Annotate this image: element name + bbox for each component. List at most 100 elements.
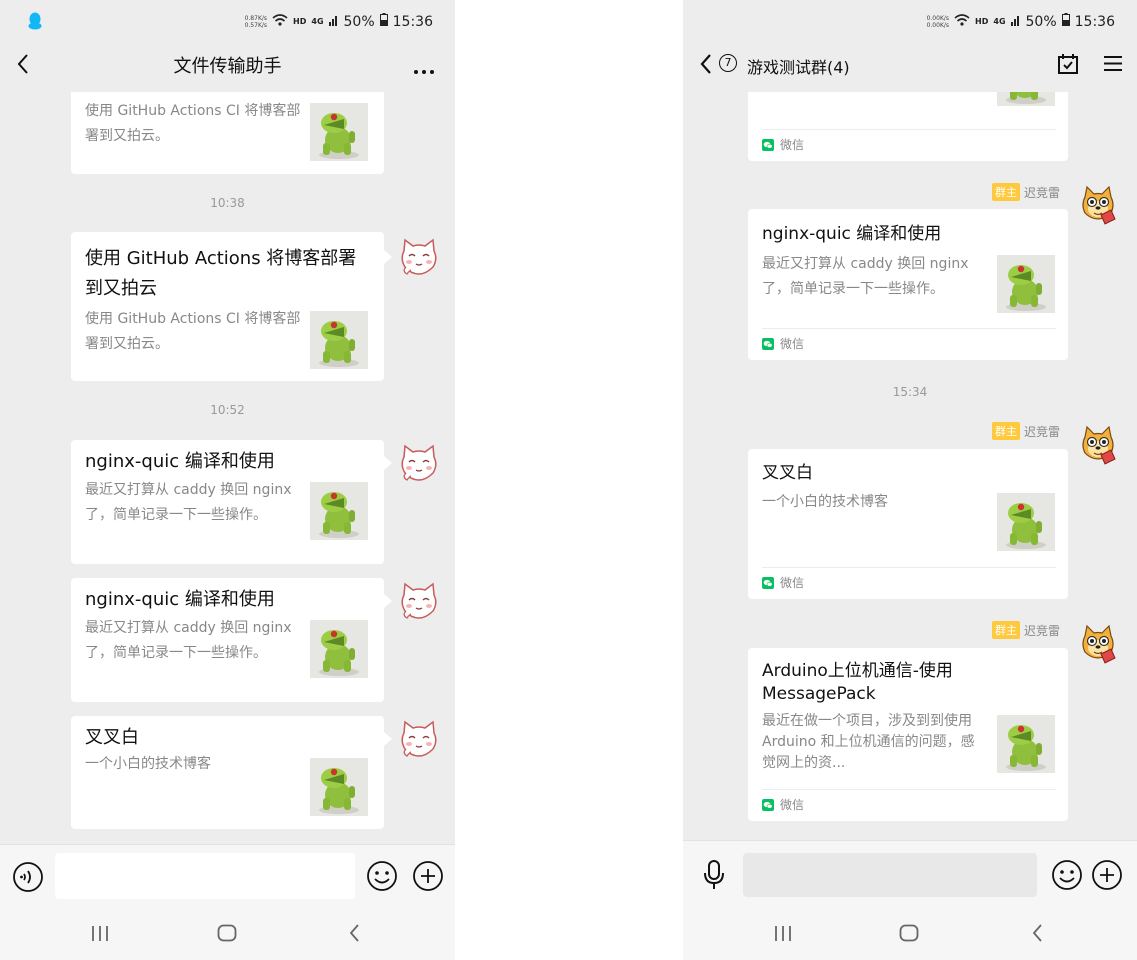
card-title: nginx-quic 编译和使用 xyxy=(762,224,942,244)
network-type: 4G xyxy=(311,17,324,26)
user-avatar[interactable] xyxy=(398,581,440,623)
unread-count-badge: 7 xyxy=(719,54,737,72)
owner-badge: 群主 xyxy=(991,183,1020,201)
plus-icon[interactable] xyxy=(1091,859,1123,895)
card-description: 使用 GitHub Actions CI 将博客部署到又拍云。 xyxy=(85,311,301,352)
user-avatar[interactable] xyxy=(1077,624,1119,666)
card-title: nginx-quic 编译和使用 xyxy=(85,589,275,610)
left-phone-screen: 0.87K/s 0.57K/s HD 4G 50% 15:36 文件传输助手 使… xyxy=(0,0,455,960)
wifi-icon xyxy=(272,13,288,30)
card-description: 最近又打算从 caddy 换回 nginx 了，简单记录一下一些操作。 xyxy=(85,482,292,523)
calendar-check-icon[interactable] xyxy=(1057,53,1079,79)
user-avatar[interactable] xyxy=(1077,425,1119,467)
status-bar: 0.00K/s 0.00K/s HD 4G 50% 15:36 xyxy=(683,0,1137,42)
plus-icon[interactable] xyxy=(412,860,444,896)
bubble-tail xyxy=(384,456,392,470)
link-card[interactable]: 使用 GitHub Actions 将博客部署到又拍云 使用 GitHub Ac… xyxy=(71,232,384,381)
net-down: 0.00K/s xyxy=(926,21,950,29)
nav-back-icon[interactable] xyxy=(1031,923,1043,947)
link-card[interactable]: 叉叉白 一个小白的技术博客 微信 xyxy=(748,449,1068,599)
net-up: 0.87K/s xyxy=(244,14,268,22)
net-down: 0.57K/s xyxy=(244,21,268,29)
card-divider xyxy=(762,567,1056,568)
card-source: 微信 xyxy=(762,796,804,813)
net-up: 0.00K/s xyxy=(926,14,950,22)
article-thumbnail xyxy=(310,482,368,540)
emoji-icon[interactable] xyxy=(366,860,398,896)
card-divider xyxy=(762,129,1056,130)
nav-back-icon[interactable] xyxy=(348,923,360,947)
message-list[interactable]: 使用 GitHub Actions CI 将博客部署到又拍云。 10:38 使用… xyxy=(0,92,455,844)
link-card[interactable]: 使用 GitHub Actions CI 将博客部署到又拍云。 xyxy=(71,92,384,174)
chat-title: 文件传输助手 xyxy=(173,56,282,77)
card-source: 微信 xyxy=(762,136,804,153)
chat-header: 文件传输助手 xyxy=(0,42,455,92)
status-bar: 0.87K/s 0.57K/s HD 4G 50% 15:36 xyxy=(0,0,455,42)
chat-header: 7 游戏测试群(4) xyxy=(683,42,1137,92)
back-icon[interactable] xyxy=(699,53,713,79)
recents-icon[interactable] xyxy=(773,925,793,946)
menu-icon[interactable] xyxy=(1103,55,1123,76)
more-icon[interactable] xyxy=(413,60,435,79)
card-description: 一个小白的技术博客 xyxy=(85,756,211,772)
input-bar xyxy=(683,840,1137,909)
chat-title: 游戏测试群(4) xyxy=(747,58,850,77)
article-thumbnail xyxy=(997,715,1055,773)
card-title: 使用 GitHub Actions 将博客部署到又拍云 xyxy=(85,248,357,299)
message-list[interactable]: 微信 群主 迟竞雷 nginx-quic 编译和使用 最近又打算从 caddy … xyxy=(683,92,1137,844)
owner-badge: 群主 xyxy=(991,621,1020,639)
message-input[interactable] xyxy=(55,853,355,899)
battery-level: 50% xyxy=(343,13,375,30)
card-title: Arduino上位机通信-使用 MessagePack xyxy=(762,661,953,704)
link-card[interactable]: 微信 xyxy=(748,92,1068,161)
signal-icon xyxy=(328,14,339,30)
wechat-icon xyxy=(762,139,774,151)
network-type: 4G xyxy=(993,17,1006,26)
user-avatar[interactable] xyxy=(398,443,440,485)
sender-name: 群主 迟竞雷 xyxy=(991,183,1060,201)
home-icon[interactable] xyxy=(899,924,919,946)
hd-indicator: HD xyxy=(975,17,989,26)
link-card[interactable]: 叉叉白 一个小白的技术博客 xyxy=(71,716,384,829)
sender-label: 迟竞雷 xyxy=(1023,424,1060,439)
input-bar xyxy=(0,844,455,909)
wifi-icon xyxy=(954,13,970,30)
article-thumbnail xyxy=(310,311,368,369)
card-title: nginx-quic 编译和使用 xyxy=(85,451,275,472)
link-card[interactable]: Arduino上位机通信-使用 MessagePack 最近在做一个项目，涉及到… xyxy=(748,648,1068,821)
link-card[interactable]: nginx-quic 编译和使用 最近又打算从 caddy 换回 nginx 了… xyxy=(71,578,384,702)
android-nav-bar xyxy=(683,908,1137,960)
article-thumbnail xyxy=(310,103,368,161)
qq-icon xyxy=(28,12,42,34)
article-thumbnail xyxy=(310,620,368,678)
battery-icon xyxy=(379,13,388,30)
home-icon[interactable] xyxy=(217,924,237,946)
emoji-icon[interactable] xyxy=(1051,859,1083,895)
card-title: 叉叉白 xyxy=(762,463,813,483)
card-description: 一个小白的技术博客 xyxy=(762,494,888,510)
source-label: 微信 xyxy=(780,138,805,152)
user-avatar[interactable] xyxy=(398,719,440,761)
source-label: 微信 xyxy=(780,337,805,351)
link-card[interactable]: nginx-quic 编译和使用 最近又打算从 caddy 换回 nginx 了… xyxy=(748,209,1068,360)
article-thumbnail xyxy=(310,758,368,816)
recents-icon[interactable] xyxy=(90,925,110,946)
microphone-icon[interactable] xyxy=(703,859,725,895)
voice-icon[interactable] xyxy=(12,861,44,897)
bubble-tail xyxy=(384,594,392,608)
wechat-icon xyxy=(762,577,774,589)
timestamp: 10:52 xyxy=(210,403,245,417)
user-avatar[interactable] xyxy=(1077,185,1119,227)
card-description: 最近又打算从 caddy 换回 nginx 了，简单记录一下一些操作。 xyxy=(85,620,292,661)
source-label: 微信 xyxy=(780,576,805,590)
wechat-icon xyxy=(762,338,774,350)
bubble-tail xyxy=(384,250,392,264)
timestamp: 15:34 xyxy=(892,385,928,399)
user-avatar[interactable] xyxy=(398,237,440,279)
article-thumbnail xyxy=(997,92,1055,106)
net-speed: 0.00K/s 0.00K/s xyxy=(927,15,949,29)
link-card[interactable]: nginx-quic 编译和使用 最近又打算从 caddy 换回 nginx 了… xyxy=(71,440,384,564)
source-label: 微信 xyxy=(780,798,805,812)
card-source: 微信 xyxy=(762,335,804,352)
message-input[interactable] xyxy=(743,853,1037,897)
